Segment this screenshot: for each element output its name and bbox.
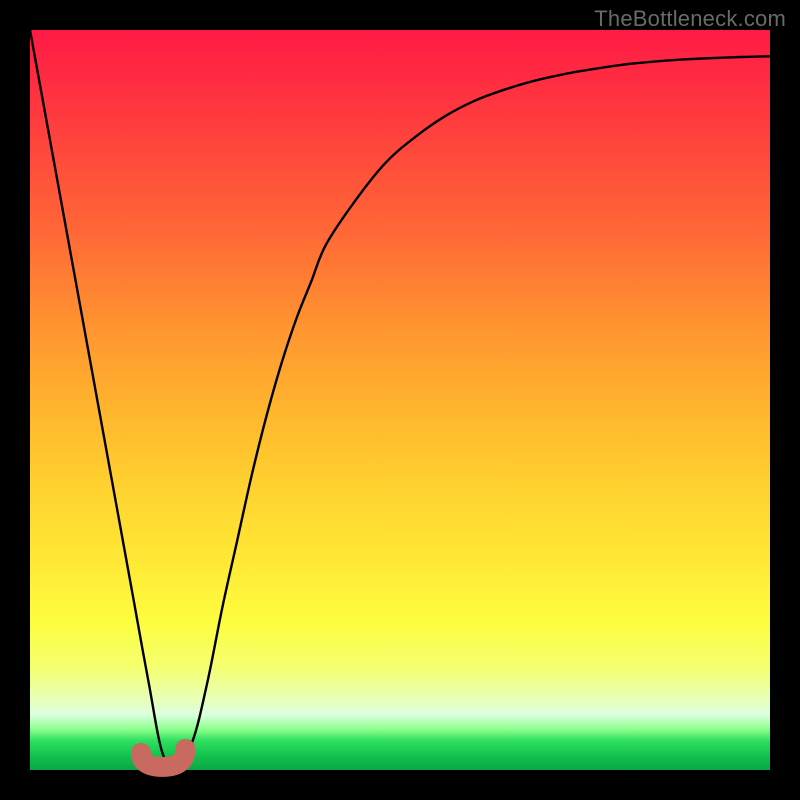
chart-svg <box>30 30 770 770</box>
chart-outer-frame: TheBottleneck.com <box>0 0 800 800</box>
chart-plot-area <box>30 30 770 770</box>
bottleneck-curve <box>30 30 770 765</box>
watermark-text: TheBottleneck.com <box>594 6 786 32</box>
